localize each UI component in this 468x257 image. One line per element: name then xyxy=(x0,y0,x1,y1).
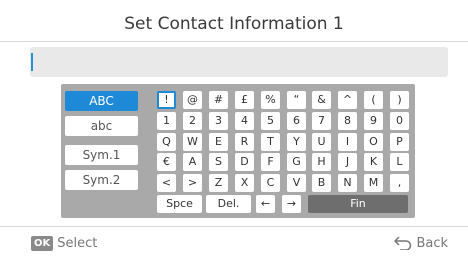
key-r3-c8[interactable]: K xyxy=(364,153,383,171)
cursor-right-key[interactable]: → xyxy=(282,195,301,213)
key-r2-c7[interactable]: I xyxy=(338,133,357,151)
key-r1-c0[interactable]: 1 xyxy=(157,112,176,130)
mode-abc-lower[interactable]: abc xyxy=(65,116,138,136)
key-r3-c7[interactable]: J xyxy=(338,153,357,171)
cursor-left-key[interactable]: ← xyxy=(256,195,275,213)
key-r2-c8[interactable]: O xyxy=(364,133,383,151)
key-r4-c8[interactable]: M xyxy=(364,174,383,192)
contact-info-input[interactable] xyxy=(30,47,448,77)
key-r2-c3[interactable]: R xyxy=(235,133,254,151)
key-r0-c8[interactable]: ( xyxy=(364,91,383,109)
key-r1-c4[interactable]: 5 xyxy=(261,112,280,130)
mode-sym1[interactable]: Sym.1 xyxy=(65,145,138,165)
key-r2-c1[interactable]: W xyxy=(183,133,202,151)
key-r4-c6[interactable]: B xyxy=(312,174,331,192)
key-r3-c5[interactable]: G xyxy=(287,153,306,171)
key-r0-c5[interactable]: “ xyxy=(287,91,306,109)
key-r3-c6[interactable]: H xyxy=(312,153,331,171)
key-r4-c9[interactable]: , xyxy=(390,174,409,192)
back-hint: Back xyxy=(416,235,448,251)
mode-sym2[interactable]: Sym.2 xyxy=(65,170,138,190)
key-r0-c4[interactable]: % xyxy=(261,91,280,109)
key-r1-c3[interactable]: 4 xyxy=(235,112,254,130)
page-title: Set Contact Information 1 xyxy=(124,14,344,34)
key-r4-c4[interactable]: C xyxy=(261,174,280,192)
key-r0-c7[interactable]: ^ xyxy=(338,91,357,109)
key-r1-c7[interactable]: 8 xyxy=(338,112,357,130)
key-r2-c6[interactable]: U xyxy=(312,133,331,151)
footer-divider xyxy=(0,226,468,227)
key-r0-c2[interactable]: # xyxy=(209,91,228,109)
footer-right: Back xyxy=(394,233,448,253)
text-cursor xyxy=(31,53,33,71)
key-r1-c6[interactable]: 7 xyxy=(312,112,331,130)
key-r1-c2[interactable]: 3 xyxy=(209,112,228,130)
space-key[interactable]: Spce xyxy=(157,195,202,213)
key-r1-c5[interactable]: 6 xyxy=(287,112,306,130)
key-r0-c0[interactable]: ! xyxy=(157,91,176,109)
key-r2-c4[interactable]: T xyxy=(261,133,280,151)
key-r3-c1[interactable]: A xyxy=(183,153,202,171)
key-r2-c0[interactable]: Q xyxy=(157,133,176,151)
key-r0-c6[interactable]: & xyxy=(312,91,331,109)
key-r3-c4[interactable]: F xyxy=(261,153,280,171)
key-r2-c2[interactable]: E xyxy=(209,133,228,151)
key-r4-c7[interactable]: N xyxy=(338,174,357,192)
key-r2-c9[interactable]: P xyxy=(390,133,409,151)
key-r0-c3[interactable]: £ xyxy=(235,91,254,109)
mode-abc-upper[interactable]: ABC xyxy=(65,91,138,111)
key-r3-c9[interactable]: L xyxy=(390,153,409,171)
key-r3-c2[interactable]: S xyxy=(209,153,228,171)
key-r0-c1[interactable]: @ xyxy=(183,91,202,109)
footer-left: OK Select xyxy=(31,233,97,253)
key-r4-c2[interactable]: Z xyxy=(209,174,228,192)
header-divider xyxy=(0,41,468,42)
key-r3-c3[interactable]: D xyxy=(235,153,254,171)
key-r1-c8[interactable]: 9 xyxy=(364,112,383,130)
key-r0-c9[interactable]: ) xyxy=(390,91,409,109)
key-r2-c5[interactable]: Y xyxy=(287,133,306,151)
key-r4-c0[interactable]: < xyxy=(157,174,176,192)
key-r3-c0[interactable]: € xyxy=(157,153,176,171)
ok-button-badge: OK xyxy=(31,235,54,251)
key-r1-c9[interactable]: 0 xyxy=(390,112,409,130)
return-arrow-icon xyxy=(394,236,412,250)
key-r4-c1[interactable]: > xyxy=(183,174,202,192)
key-r1-c1[interactable]: 2 xyxy=(183,112,202,130)
select-hint: Select xyxy=(57,235,98,251)
finish-key[interactable]: Fin xyxy=(308,195,408,213)
key-r4-c3[interactable]: X xyxy=(235,174,254,192)
delete-key[interactable]: Del. xyxy=(206,195,251,213)
key-r4-c5[interactable]: V xyxy=(287,174,306,192)
